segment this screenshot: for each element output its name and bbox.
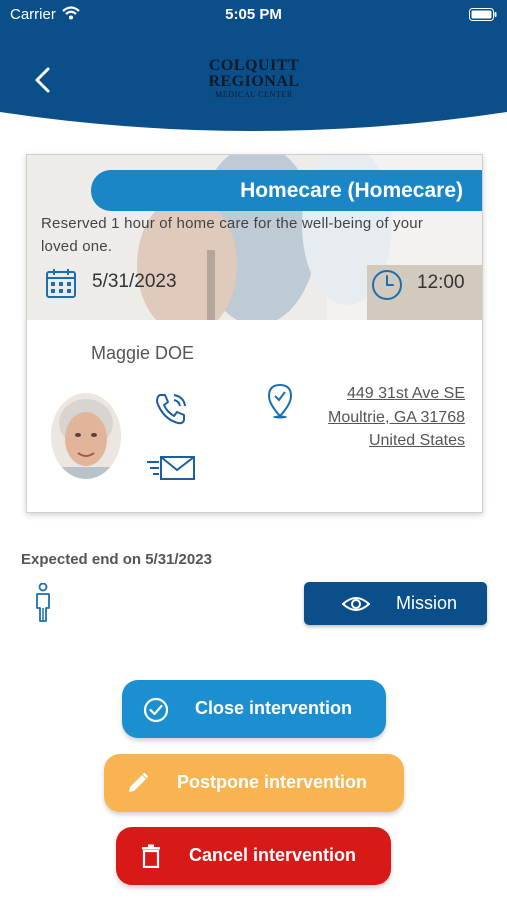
app-header: Carrier 5:05 PM COLQUITT REGIONAL MEDICA… bbox=[0, 0, 507, 140]
logo-line-3: MEDICAL CENTER bbox=[215, 90, 293, 99]
eye-icon bbox=[342, 597, 370, 611]
logo-line-1: COLQUITT bbox=[208, 57, 300, 74]
mission-button-label: Mission bbox=[396, 593, 458, 613]
location-pin-icon bbox=[267, 383, 293, 424]
battery-icon bbox=[469, 8, 497, 25]
chevron-left-icon bbox=[35, 67, 50, 93]
cancel-intervention-label: Cancel intervention bbox=[189, 845, 357, 865]
hospital-logo: COLQUITT REGIONAL MEDICAL CENTER bbox=[200, 58, 308, 99]
back-button[interactable] bbox=[30, 66, 58, 94]
pencil-icon bbox=[129, 772, 149, 792]
address-line-2[interactable]: Moultrie, GA 31768 bbox=[328, 406, 465, 430]
patient-address: 449 31st Ave SE Moultrie, GA 31768 Unite… bbox=[328, 382, 465, 453]
cancel-intervention-button[interactable]: Cancel intervention bbox=[116, 827, 391, 885]
expected-end-text: Expected end on 5/31/2023 bbox=[21, 551, 212, 568]
appointment-time-value: 12:00 bbox=[417, 272, 465, 293]
person-icon bbox=[34, 582, 52, 628]
service-title: Homecare (Homecare) bbox=[91, 170, 482, 211]
mail-icon bbox=[147, 456, 195, 480]
status-bar: Carrier 5:05 PM bbox=[0, 0, 507, 28]
calendar-icon bbox=[46, 269, 76, 298]
phone-icon bbox=[156, 394, 186, 425]
check-circle-icon bbox=[143, 697, 169, 723]
clock-icon bbox=[372, 270, 402, 300]
patient-avatar bbox=[51, 393, 121, 479]
postpone-intervention-button[interactable]: Postpone intervention bbox=[104, 754, 404, 812]
email-button[interactable] bbox=[147, 453, 197, 488]
postpone-intervention-label: Postpone intervention bbox=[177, 772, 368, 792]
close-intervention-button[interactable]: Close intervention bbox=[122, 680, 386, 738]
appointment-date-value: 5/31/2023 bbox=[92, 271, 177, 292]
address-line-3[interactable]: United States bbox=[328, 429, 465, 453]
address-line-1[interactable]: 449 31st Ave SE bbox=[328, 382, 465, 406]
close-intervention-label: Close intervention bbox=[195, 698, 353, 718]
card-header-photo: Homecare (Homecare) Reserved 1 hour of h… bbox=[27, 155, 482, 320]
intervention-card: Homecare (Homecare) Reserved 1 hour of h… bbox=[26, 154, 483, 513]
logo-line-2: REGIONAL bbox=[208, 73, 300, 90]
trash-icon bbox=[142, 844, 160, 868]
patient-name: Maggie DOE bbox=[91, 343, 195, 363]
status-time: 5:05 PM bbox=[225, 6, 282, 23]
mission-button[interactable]: Mission bbox=[304, 582, 487, 625]
service-description: Reserved 1 hour of home care for the wel… bbox=[41, 215, 424, 255]
call-button[interactable] bbox=[153, 391, 189, 432]
